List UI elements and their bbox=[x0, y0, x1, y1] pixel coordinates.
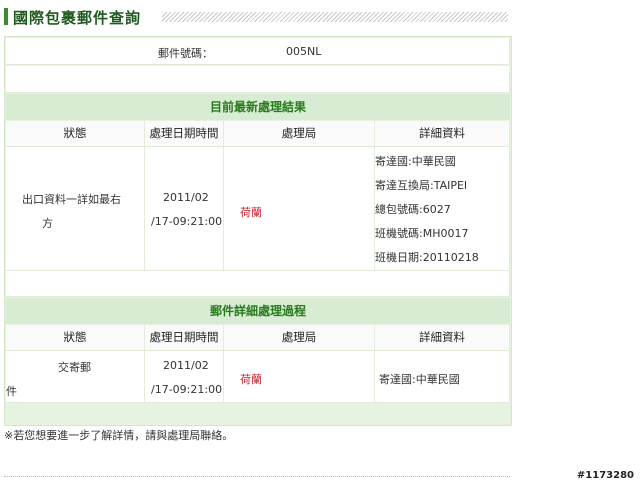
history-col-status: 狀態 bbox=[6, 325, 145, 351]
history-col-datetime: 處理日期時間 bbox=[145, 325, 224, 351]
history-status-line1: 交寄郵 bbox=[58, 361, 91, 374]
history-datetime-line2: /17-09:21:00 bbox=[151, 383, 223, 396]
latest-status-cell: 出口資料一詳如最右 方 bbox=[6, 147, 145, 271]
panel-footer bbox=[6, 403, 510, 423]
history-status-line2: 件 bbox=[6, 385, 17, 398]
history-detail-destination: 寄達國:中華民國 bbox=[379, 373, 460, 386]
tracking-panel: 郵件號碼： 005NL 目前最新處理結果 狀態 處理日期時間 處理局 詳細資料 … bbox=[4, 36, 512, 426]
title-accent-bar bbox=[4, 8, 8, 25]
page-header: 國際包裹郵件查詢 bbox=[4, 6, 508, 28]
history-status-cell: 交寄郵 件 bbox=[6, 351, 145, 403]
contact-note: ※若您想要進一步了解詳情，請與處理局聯絡。 bbox=[4, 429, 234, 442]
history-col-details: 詳細資料 bbox=[375, 325, 510, 351]
spacer-row bbox=[6, 271, 510, 297]
history-datetime-line1: 2011/02 bbox=[163, 359, 209, 372]
latest-col-office: 處理局 bbox=[224, 121, 375, 147]
latest-detail-destination: 寄達國:中華民國 bbox=[375, 155, 456, 168]
mail-number-row: 郵件號碼： 005NL bbox=[6, 38, 510, 65]
latest-detail-flight-date: 班機日期:20110218 bbox=[375, 251, 479, 264]
latest-result-heading: 目前最新處理結果 bbox=[6, 94, 510, 120]
latest-detail-dispatch-number: 總包號碼:6027 bbox=[375, 203, 451, 216]
history-heading: 郵件詳細處理過程 bbox=[6, 298, 510, 324]
latest-datetime-line1: 2011/02 bbox=[163, 191, 209, 204]
latest-detail-exchange-office: 寄達互換局:TAIPEI bbox=[375, 179, 468, 192]
latest-col-status: 狀態 bbox=[6, 121, 145, 147]
mail-number-label: 郵件號碼： bbox=[158, 47, 213, 60]
history-office-name: 荷蘭 bbox=[240, 373, 262, 386]
latest-col-details: 詳細資料 bbox=[375, 121, 510, 147]
history-details-cell: 寄達國:中華民國 bbox=[375, 351, 510, 403]
history-datetime-cell: 2011/02 /17-09:21:00 bbox=[145, 351, 224, 403]
spacer-row bbox=[6, 66, 510, 93]
page-title: 國際包裹郵件查詢 bbox=[13, 9, 142, 27]
latest-datetime-cell: 2011/02 /17-09:21:00 bbox=[145, 147, 224, 271]
latest-office-cell: 荷蘭 bbox=[224, 147, 375, 271]
mail-number-value: 005NL bbox=[286, 45, 322, 58]
latest-detail-flight-number: 班機號碼:MH0017 bbox=[375, 227, 469, 240]
divider bbox=[4, 476, 510, 477]
latest-col-datetime: 處理日期時間 bbox=[145, 121, 224, 147]
latest-details-cell: 寄達國:中華民國 寄達互換局:TAIPEI 總包號碼:6027 班機號碼:MH0… bbox=[375, 147, 510, 271]
title-decoration bbox=[162, 12, 508, 22]
latest-datetime-line2: /17-09:21:00 bbox=[151, 215, 223, 228]
history-col-office: 處理局 bbox=[224, 325, 375, 351]
latest-status-line1: 出口資料一詳如最右 bbox=[22, 193, 121, 206]
latest-status-line2: 方 bbox=[42, 217, 53, 230]
latest-office-name: 荷蘭 bbox=[240, 206, 262, 219]
watermark: #1173280 bbox=[576, 470, 634, 481]
history-office-cell: 荷蘭 bbox=[224, 351, 375, 403]
